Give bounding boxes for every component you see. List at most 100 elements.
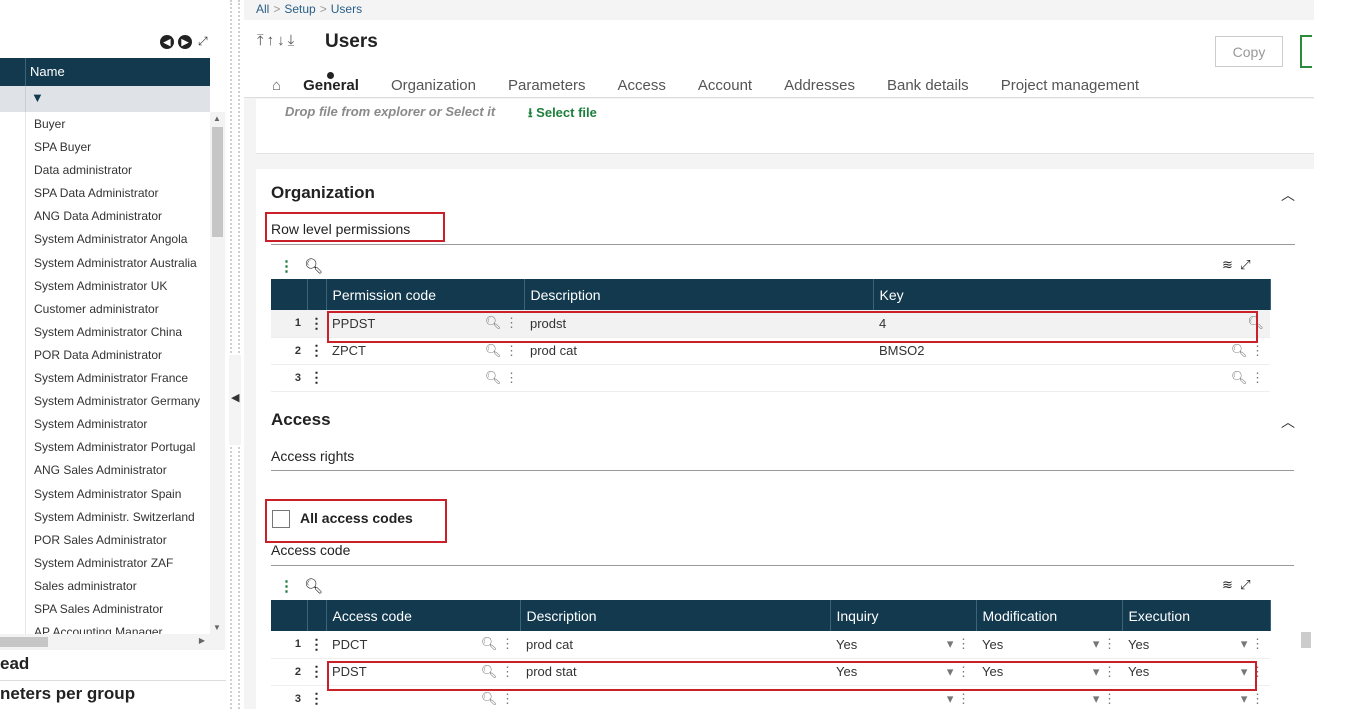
col-permission-code[interactable]: Permission code: [326, 279, 525, 310]
tab-access[interactable]: Access: [618, 77, 666, 94]
list-item[interactable]: System Administrator China: [0, 319, 210, 343]
list-item[interactable]: System Administrator: [0, 412, 210, 436]
tab-addresses[interactable]: Addresses: [784, 77, 855, 94]
col-execution[interactable]: Execution: [1122, 600, 1271, 631]
list-item[interactable]: System Administrator Australia: [0, 250, 210, 274]
table-row[interactable]: 3 ⋮ 🔍︎ ⋮ 🔍︎ ⋮: [271, 364, 1270, 392]
previous-icon[interactable]: ◀: [160, 34, 174, 49]
tab-organization[interactable]: Organization: [391, 77, 476, 94]
cell-menu-icon[interactable]: ⋮: [1103, 691, 1116, 706]
access-section-title[interactable]: Access: [271, 410, 331, 430]
scroll-up-icon[interactable]: ▲: [213, 114, 221, 123]
list-item[interactable]: System Administr. Switzerland: [0, 504, 210, 528]
modification-select[interactable]: Yes ▾ ⋮: [976, 631, 1122, 659]
cell-menu-icon[interactable]: ⋮: [505, 370, 518, 385]
breadcrumb-all[interactable]: All: [256, 2, 269, 16]
tab-parameters[interactable]: Parameters: [508, 77, 586, 94]
key-cell[interactable]: 🔍︎ ⋮: [873, 364, 1270, 392]
col-description[interactable]: Description: [524, 279, 874, 310]
scroll-right-icon[interactable]: ▶: [199, 636, 205, 645]
left-horizontal-scrollbar[interactable]: ▶: [0, 634, 225, 650]
file-dropzone[interactable]: Drop file from explorer or Select it ⭳ S…: [256, 99, 1314, 154]
breadcrumb-setup[interactable]: Setup: [284, 2, 315, 16]
row-menu-icon[interactable]: ⋮: [307, 364, 326, 392]
name-column-header[interactable]: Name: [30, 64, 65, 79]
cell-menu-icon[interactable]: ⋮: [957, 636, 970, 651]
list-item[interactable]: SPA Data Administrator: [0, 181, 210, 205]
table-menu-icon[interactable]: ⋮: [279, 258, 294, 275]
lookup-icon[interactable]: 🔍︎: [481, 636, 498, 651]
col-key[interactable]: Key: [873, 279, 1271, 310]
list-item[interactable]: POR Sales Administrator: [0, 527, 210, 551]
cell-menu-icon[interactable]: ⋮: [1251, 343, 1264, 358]
dropdown-arrow-icon[interactable]: ▾: [1093, 636, 1100, 651]
table-row[interactable]: 1 ⋮ PDCT 🔍︎ ⋮ prod cat Yes ▾ ⋮ Yes ▾ ⋮ Yes ▾ ⋮: [271, 631, 1270, 659]
inquiry-select[interactable]: Yes ▾ ⋮: [830, 631, 976, 659]
list-item[interactable]: Sales administrator: [0, 573, 210, 597]
row-menu-icon[interactable]: ⋮: [307, 631, 326, 659]
cell-menu-icon[interactable]: ⋮: [501, 691, 514, 706]
description-cell[interactable]: [524, 364, 873, 392]
list-item[interactable]: POR Data Administrator: [0, 342, 210, 367]
list-item[interactable]: ANG Sales Administrator: [0, 458, 210, 482]
lookup-icon[interactable]: 🔍︎: [1231, 343, 1248, 358]
scroll-thumb[interactable]: [212, 127, 223, 237]
search-icon[interactable]: 🔍︎: [304, 258, 323, 275]
row-menu-icon[interactable]: ⋮: [307, 658, 326, 686]
permission-code-cell[interactable]: 🔍︎ ⋮: [326, 364, 524, 392]
breadcrumb-users[interactable]: Users: [331, 2, 362, 16]
primary-action-button[interactable]: [1300, 35, 1312, 68]
search-icon[interactable]: 🔍︎: [304, 578, 323, 595]
right-scrollbar[interactable]: [1301, 632, 1311, 648]
list-item[interactable]: System Administrator UK: [0, 273, 210, 297]
next-record-icon[interactable]: ↓: [277, 32, 288, 49]
home-icon[interactable]: ⌂: [272, 77, 281, 94]
cell-menu-icon[interactable]: ⋮: [1251, 636, 1264, 651]
first-record-icon[interactable]: ⤒: [257, 32, 267, 49]
organization-section-title[interactable]: Organization: [271, 183, 375, 203]
list-item[interactable]: ANG Data Administrator: [0, 204, 210, 228]
dropdown-arrow-icon[interactable]: ▾: [1241, 636, 1248, 651]
copy-button[interactable]: Copy: [1215, 36, 1283, 67]
dropdown-arrow-icon[interactable]: ▾: [1241, 691, 1248, 706]
last-record-icon[interactable]: ⤓: [288, 32, 298, 49]
filter-icon[interactable]: ▼: [31, 90, 44, 105]
dropdown-arrow-icon[interactable]: ▾: [947, 691, 954, 706]
lookup-icon[interactable]: 🔍︎: [485, 370, 502, 385]
list-item[interactable]: System Administrator Angola: [0, 227, 210, 251]
col-modification[interactable]: Modification: [976, 600, 1123, 631]
cell-menu-icon[interactable]: ⋮: [1103, 636, 1116, 651]
col-description[interactable]: Description: [520, 600, 831, 631]
collapse-access-icon[interactable]: ︿: [1281, 412, 1295, 432]
expand-table-icon[interactable]: ⤢: [1240, 577, 1250, 592]
scroll-down-icon[interactable]: ▼: [213, 623, 221, 632]
cell-menu-icon[interactable]: ⋮: [1251, 370, 1264, 385]
dropdown-arrow-icon[interactable]: ▾: [1093, 691, 1100, 706]
lookup-icon[interactable]: 🔍︎: [485, 343, 502, 358]
col-inquiry[interactable]: Inquiry: [830, 600, 977, 631]
left-section-header-2[interactable]: neters per group: [0, 684, 135, 704]
select-file-link[interactable]: ⭳ Select file: [528, 104, 597, 126]
tab-general[interactable]: General: [303, 71, 359, 94]
table-menu-icon[interactable]: ⋮: [279, 578, 294, 595]
cell-menu-icon[interactable]: ⋮: [1251, 691, 1264, 706]
expand-icon[interactable]: ⤢: [198, 34, 208, 49]
layers-icon[interactable]: ≋: [1222, 577, 1233, 592]
execution-select[interactable]: Yes ▾ ⋮: [1122, 631, 1270, 659]
list-item[interactable]: System Administrator Germany: [0, 389, 210, 413]
cell-menu-icon[interactable]: ⋮: [957, 691, 970, 706]
collapse-organization-icon[interactable]: ︿: [1281, 185, 1295, 205]
list-item[interactable]: System Administrator Spain: [0, 481, 210, 505]
expand-table-icon[interactable]: ⤢: [1240, 257, 1250, 272]
list-item[interactable]: Data administrator: [0, 158, 210, 182]
dropdown-arrow-icon[interactable]: ▾: [947, 636, 954, 651]
hscroll-thumb[interactable]: [0, 637, 48, 647]
collapse-panel-button[interactable]: ◀: [229, 355, 241, 445]
row-menu-icon[interactable]: ⋮: [307, 337, 326, 365]
cell-menu-icon[interactable]: ⋮: [505, 343, 518, 358]
row-menu-icon[interactable]: ⋮: [307, 685, 326, 709]
layers-icon[interactable]: ≋: [1222, 257, 1233, 272]
cell-menu-icon[interactable]: ⋮: [501, 636, 514, 651]
lookup-icon[interactable]: 🔍︎: [1231, 370, 1248, 385]
list-item[interactable]: SPA Sales Administrator: [0, 596, 210, 621]
